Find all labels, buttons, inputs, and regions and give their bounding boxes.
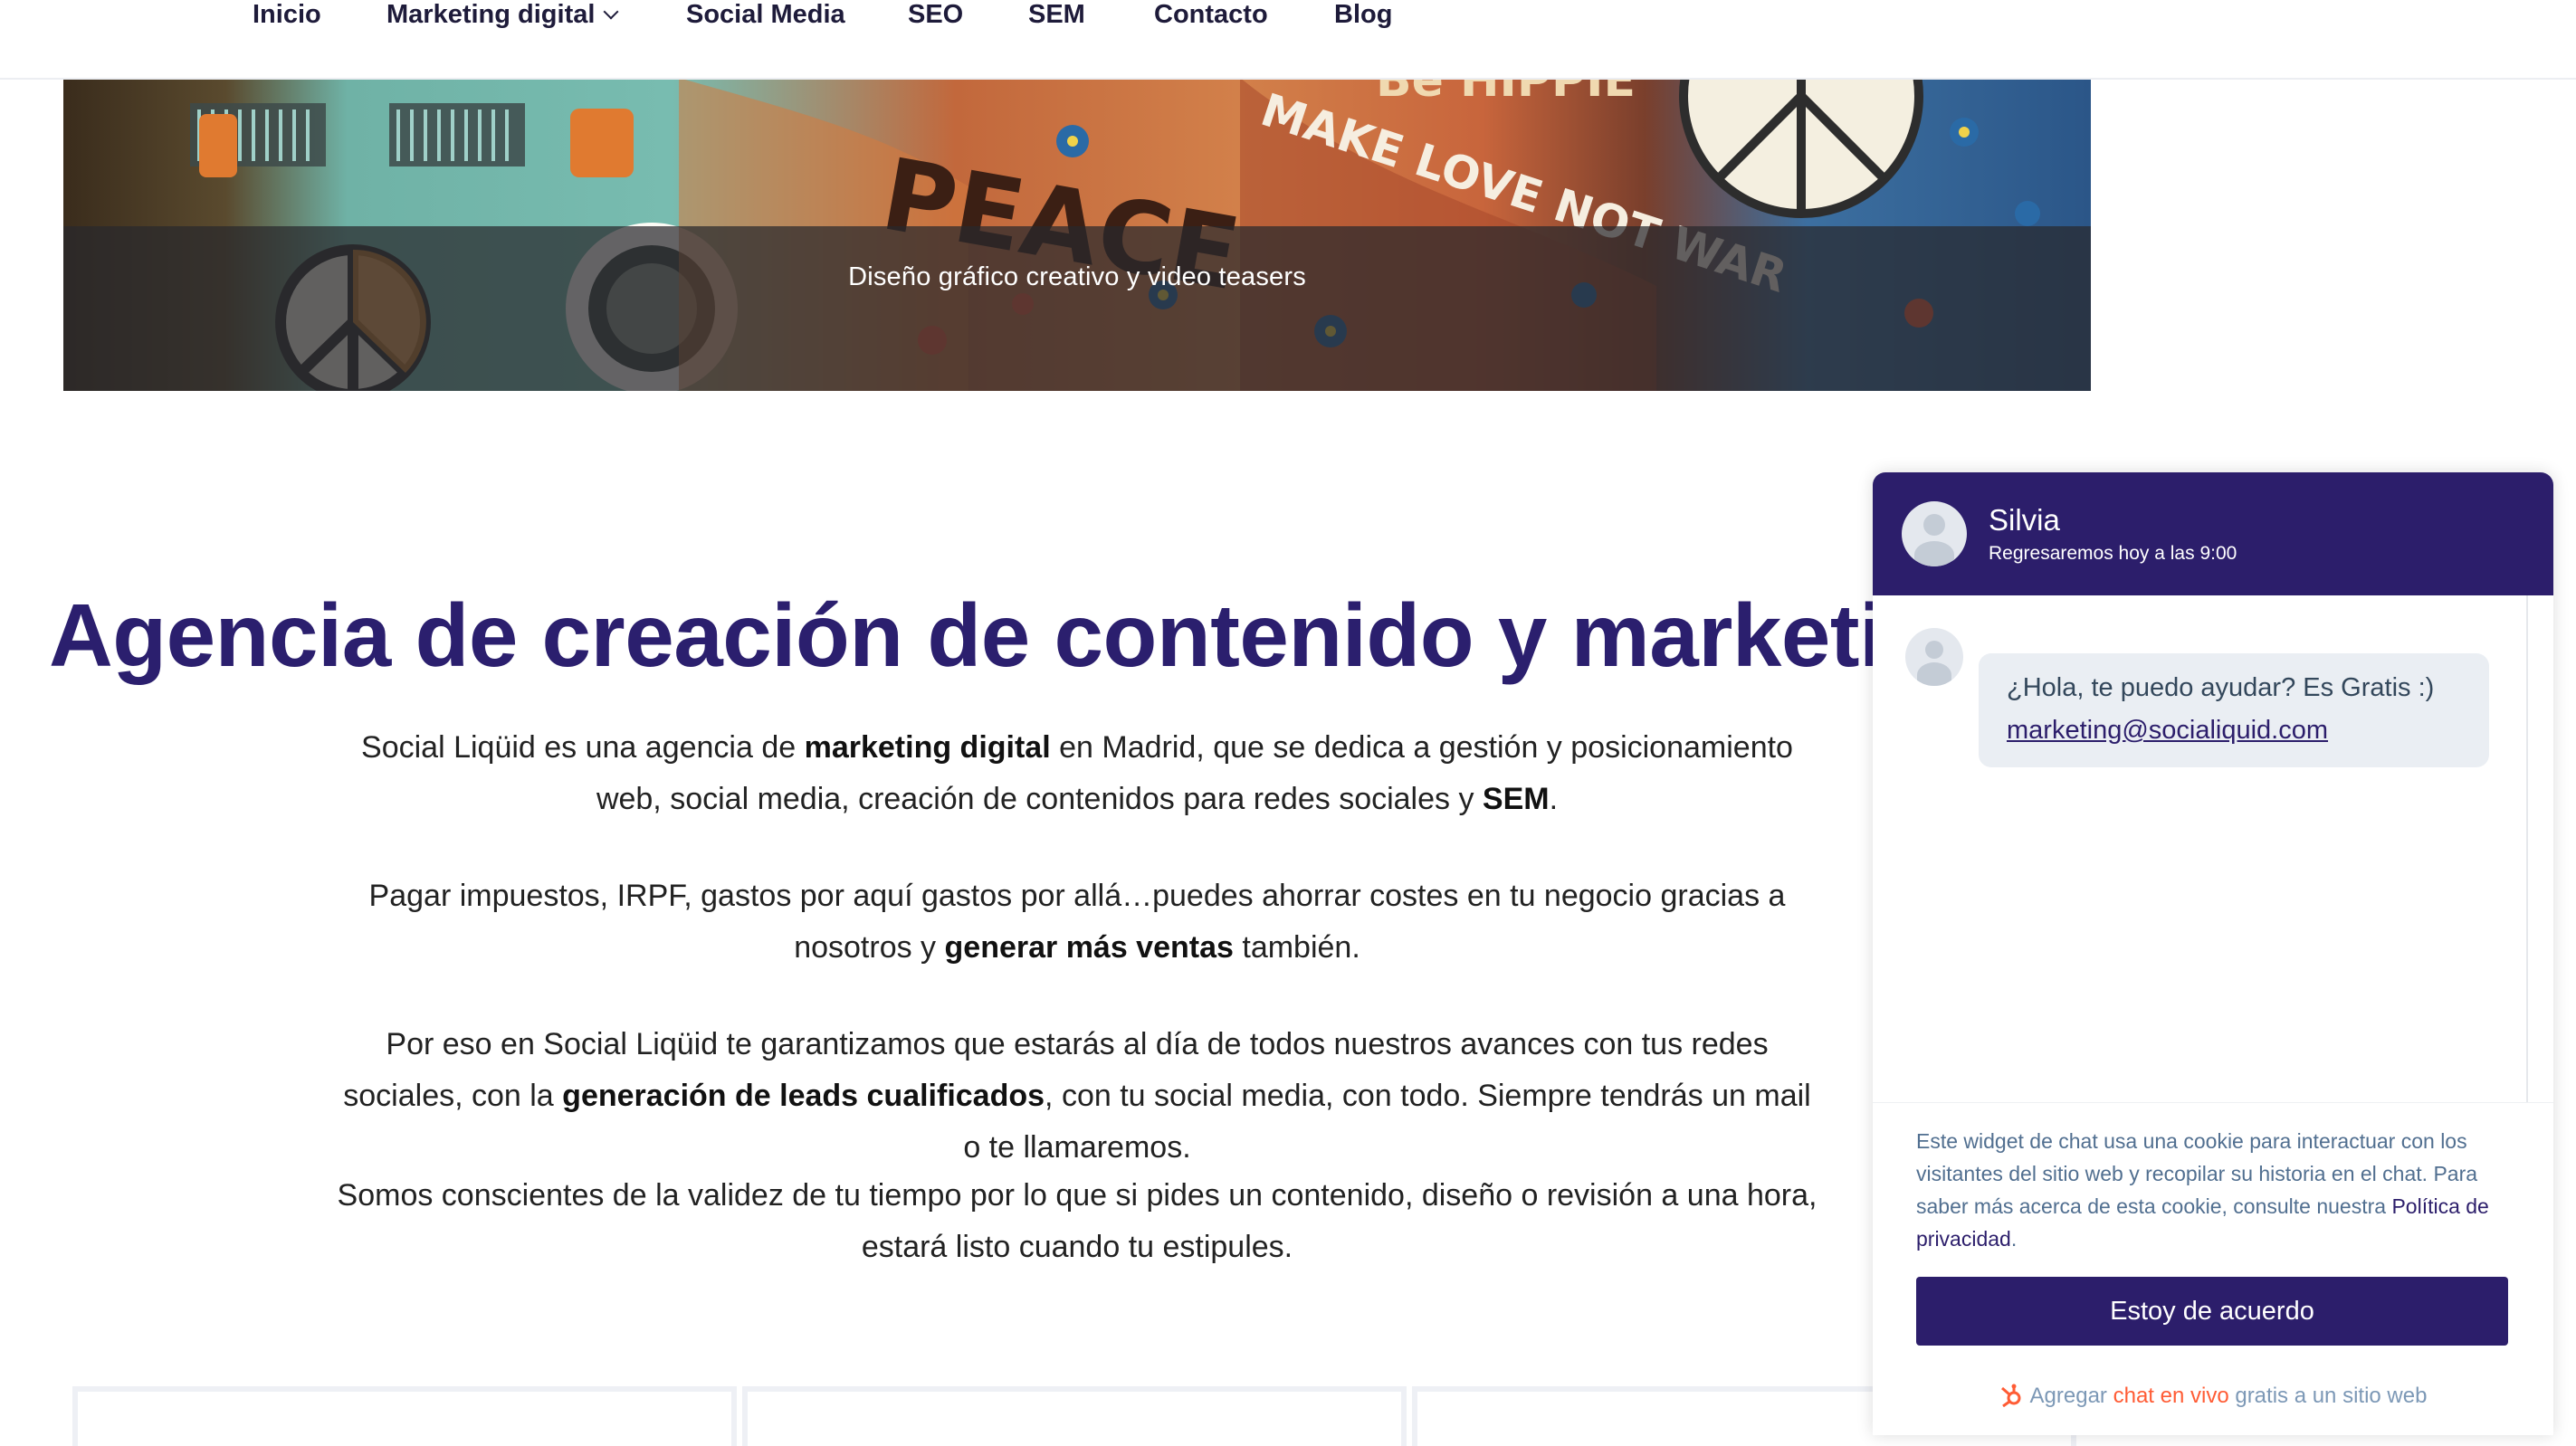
- avatar-body-shape: [1914, 541, 1954, 566]
- agent-name: Silvia: [1989, 503, 2060, 537]
- timing-paragraph: Somos conscientes de la validez de tu ti…: [335, 1170, 1819, 1273]
- text: gratis a un sitio web: [2228, 1384, 2428, 1408]
- text: Agregar: [2029, 1384, 2113, 1408]
- bold-text: SEM: [1482, 782, 1550, 816]
- service-card[interactable]: [72, 1386, 737, 1446]
- text: también.: [1233, 930, 1360, 965]
- nav-item-contacto[interactable]: Contacto: [1154, 0, 1268, 30]
- text: .: [1549, 782, 1559, 816]
- chat-scrollbar[interactable]: [2526, 595, 2528, 1102]
- agree-button[interactable]: Estoy de acuerdo: [1916, 1277, 2508, 1346]
- text: Somos conscientes de la validez de tu ti…: [337, 1178, 1818, 1264]
- cookie-consent: Este widget de chat usa una cookie para …: [1873, 1102, 2553, 1435]
- bold-text: marketing digital: [804, 730, 1051, 765]
- email-link[interactable]: marketing@socialiquid.com: [2007, 716, 2328, 746]
- agent-message-bubble: [1979, 653, 2489, 767]
- hero-image[interactable]: PEACE MAKE LOVE NOT WAR Be HIPPIE Diseño…: [63, 78, 2091, 391]
- agent-message-avatar: [1905, 628, 1963, 686]
- hero-caption-overlay: [63, 226, 2091, 391]
- intro-paragraph: Social Liqüid es una agencia de marketin…: [335, 722, 1819, 825]
- page-title: Agencia de creación de contenido y marke…: [49, 585, 2069, 685]
- live-chat-highlight: chat en vivo: [2113, 1384, 2229, 1408]
- nav-item-social-media[interactable]: Social Media: [686, 0, 845, 30]
- text: Social Liqüid es una agencia de: [361, 730, 805, 765]
- avatar-body-shape: [1917, 662, 1951, 686]
- chat-widget: Silvia Regresaremos hoy a las 9:00 ¿Hola…: [1873, 472, 2553, 1435]
- cookie-notice-text: Este widget de chat usa una cookie para …: [1916, 1125, 2514, 1255]
- nav-item-sem[interactable]: SEM: [1028, 0, 1085, 30]
- nav-item-blog[interactable]: Blog: [1334, 0, 1392, 30]
- top-navigation: Inicio Marketing digital Social Media SE…: [0, 0, 2576, 80]
- guarantee-paragraph: Por eso en Social Liqüid te garantizamos…: [335, 1019, 1819, 1174]
- agent-message-text: ¿Hola, te puedo ayudar? Es Gratis :): [2007, 673, 2435, 702]
- text: .: [2010, 1227, 2018, 1251]
- nav-item-seo[interactable]: SEO: [908, 0, 963, 30]
- nav-item-marketing-digital[interactable]: Marketing digital: [386, 0, 619, 30]
- nav-item-inicio[interactable]: Inicio: [253, 0, 321, 30]
- chat-header: Silvia Regresaremos hoy a las 9:00: [1873, 472, 2553, 595]
- service-card[interactable]: [742, 1386, 1407, 1446]
- agent-avatar: [1902, 501, 1967, 566]
- hero-caption: Diseño gráfico creativo y video teasers: [848, 262, 1306, 291]
- bold-text: generar más ventas: [944, 930, 1234, 965]
- agent-status: Regresaremos hoy a las 9:00: [1989, 543, 2237, 564]
- painted-text-be-hippie: Be HIPPIE: [1376, 78, 1636, 108]
- hubspot-sprocket-icon: [2000, 1384, 2021, 1408]
- avatar-head-shape: [1925, 641, 1943, 659]
- avatar-head-shape: [1923, 514, 1945, 536]
- text: , con tu social media, con todo. Siempre…: [963, 1079, 1811, 1165]
- chevron-down-icon: [603, 4, 619, 20]
- bold-text: generación de leads cualificados: [562, 1079, 1045, 1113]
- nav-item-label: Marketing digital: [386, 0, 596, 29]
- savings-paragraph: Pagar impuestos, IRPF, gastos por aquí g…: [335, 870, 1819, 974]
- powered-by-hubspot[interactable]: Agregar chat en vivo gratis a un sitio w…: [1873, 1384, 2553, 1409]
